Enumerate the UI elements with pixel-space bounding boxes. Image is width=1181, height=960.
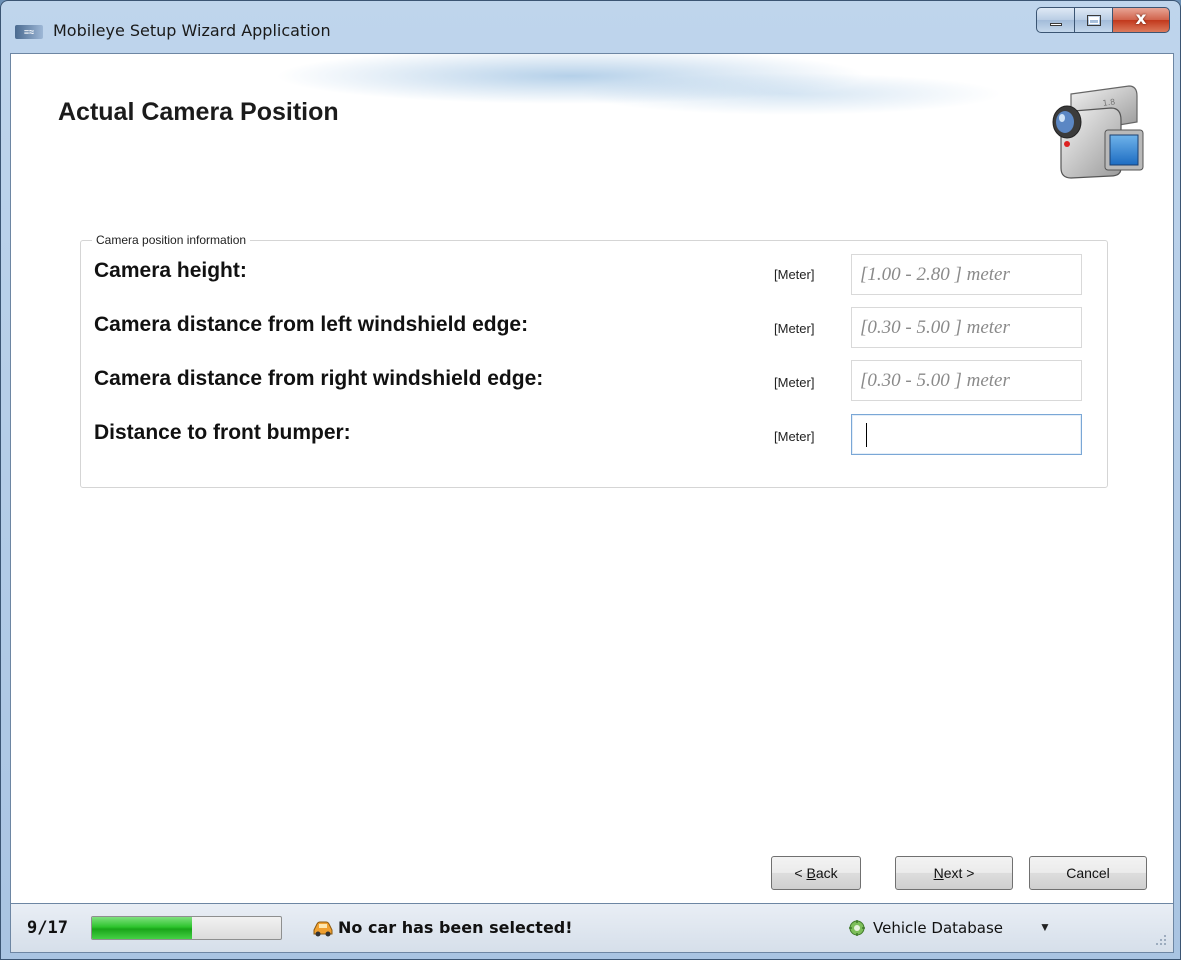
app-icon[interactable]: ≡≈ bbox=[15, 25, 43, 39]
minimize-icon bbox=[1050, 23, 1062, 26]
page-title: Actual Camera Position bbox=[58, 98, 339, 126]
left-edge-distance-input[interactable] bbox=[851, 307, 1082, 348]
front-bumper-distance-unit: [Meter] bbox=[774, 429, 815, 444]
window-title: Mobileye Setup Wizard Application bbox=[53, 21, 331, 40]
svg-text:1.8: 1.8 bbox=[1102, 97, 1116, 108]
close-icon: x bbox=[1135, 9, 1147, 29]
camera-height-input[interactable] bbox=[851, 254, 1082, 295]
window-controls: x bbox=[1036, 7, 1170, 33]
step-counter: 9/17 bbox=[27, 918, 68, 938]
camera-height-unit: [Meter] bbox=[774, 267, 815, 282]
cancel-button-label: Cancel bbox=[1066, 865, 1110, 881]
vehicle-database-icon[interactable] bbox=[848, 919, 866, 937]
status-bar: 9/17 No car has been selected! Vehicle D… bbox=[10, 903, 1174, 953]
front-bumper-distance-input[interactable] bbox=[851, 414, 1082, 455]
back-button[interactable]: < Back bbox=[771, 856, 861, 890]
right-edge-distance-input[interactable] bbox=[851, 360, 1082, 401]
maximize-icon bbox=[1087, 15, 1101, 26]
text-caret bbox=[866, 423, 867, 447]
car-warning-icon bbox=[313, 921, 333, 937]
vehicle-database-dropdown[interactable]: Vehicle Database bbox=[873, 919, 1003, 937]
close-button[interactable]: x bbox=[1112, 7, 1170, 33]
back-button-rest: ack bbox=[815, 865, 838, 881]
car-selection-status: No car has been selected! bbox=[338, 918, 573, 937]
cancel-button[interactable]: Cancel bbox=[1029, 856, 1147, 890]
left-edge-distance-label: Camera distance from left windshield edg… bbox=[94, 313, 529, 336]
chevron-down-icon[interactable]: ▼ bbox=[1039, 920, 1051, 934]
title-bar[interactable]: ≡≈ Mobileye Setup Wizard Application x bbox=[1, 1, 1180, 53]
back-button-prefix: < bbox=[794, 865, 807, 881]
front-bumper-distance-label: Distance to front bumper: bbox=[94, 421, 351, 444]
wizard-page: Actual Camera Position 1.8 bbox=[10, 53, 1174, 953]
back-button-mnemonic: B bbox=[806, 865, 816, 881]
minimize-button[interactable] bbox=[1036, 7, 1074, 33]
camcorder-icon: 1.8 bbox=[1052, 85, 1144, 179]
resize-grip-icon[interactable] bbox=[1155, 934, 1167, 946]
right-edge-distance-unit: [Meter] bbox=[774, 375, 815, 390]
wizard-window: ≡≈ Mobileye Setup Wizard Application x A… bbox=[0, 0, 1181, 960]
group-legend: Camera position information bbox=[92, 233, 251, 247]
wizard-progress-bar bbox=[91, 916, 282, 940]
next-button-mnemonic: N bbox=[933, 865, 944, 881]
left-edge-distance-unit: [Meter] bbox=[774, 321, 815, 336]
maximize-button[interactable] bbox=[1074, 7, 1112, 33]
camera-height-label: Camera height: bbox=[94, 259, 247, 282]
next-button[interactable]: Next > bbox=[895, 856, 1013, 890]
right-edge-distance-label: Camera distance from right windshield ed… bbox=[94, 367, 544, 390]
progress-fill bbox=[92, 917, 193, 939]
next-button-rest: ext > bbox=[943, 865, 975, 881]
